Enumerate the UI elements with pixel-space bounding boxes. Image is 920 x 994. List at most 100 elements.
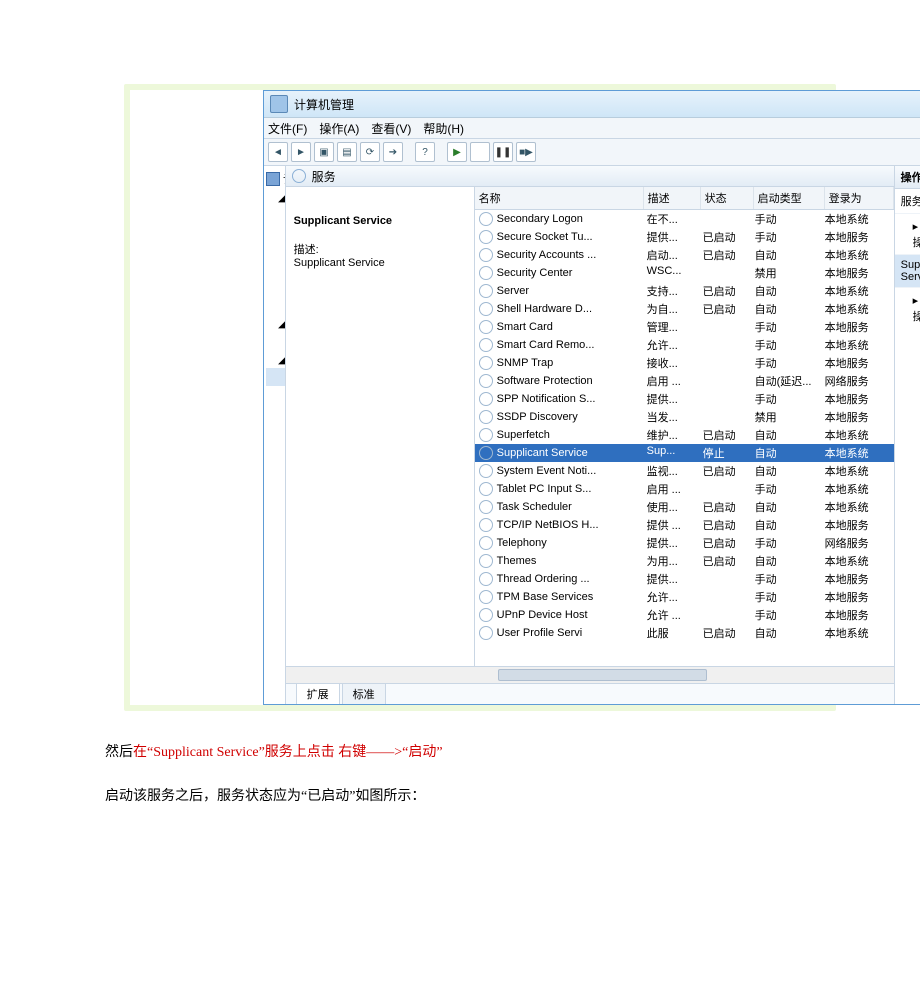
table-row[interactable]: Superfetch维护...已启动自动本地系统 — [475, 426, 894, 444]
restart-service-button[interactable]: ■▶ — [516, 142, 536, 162]
gear-icon — [479, 626, 493, 640]
tree-storage[interactable]: ◢存储 — [266, 314, 283, 332]
help-button[interactable]: ? — [415, 142, 435, 162]
back-button[interactable]: ◄ — [268, 142, 288, 162]
tree-performance[interactable]: ▹性能 — [266, 278, 286, 296]
tree-disk-mgmt[interactable]: 磁盘管理 — [266, 332, 286, 350]
tree-shared-folders[interactable]: ▹共享文件夹 — [266, 242, 286, 260]
app-icon — [270, 95, 288, 113]
col-name[interactable]: 名称 — [475, 187, 644, 209]
actions-title: 操作 — [895, 166, 920, 189]
table-row[interactable]: Smart Card Remo...允许...手动本地系统 — [475, 336, 894, 354]
gear-icon — [479, 248, 493, 262]
tree-services[interactable]: 服务 — [266, 368, 286, 386]
gear-icon — [479, 518, 493, 532]
gear-icon — [479, 536, 493, 550]
center-header: 服务 — [286, 166, 894, 187]
col-start[interactable]: 启动类型 — [754, 187, 825, 209]
table-row[interactable]: Server支持...已启动自动本地系统 — [475, 282, 894, 300]
menu-action[interactable]: 操作(A) — [319, 120, 359, 137]
scroll-thumb[interactable] — [498, 669, 707, 681]
start-service-button[interactable]: ▶ — [447, 142, 467, 162]
table-row[interactable]: Telephony提供...已启动手动网络服务 — [475, 534, 894, 552]
window-title: 计算机管理 — [294, 96, 354, 113]
table-row[interactable]: Thread Ordering ...提供...手动本地服务 — [475, 570, 894, 588]
gear-icon — [479, 482, 493, 496]
table-row[interactable]: System Event Noti...监视...已启动自动本地系统 — [475, 462, 894, 480]
refresh-button[interactable]: ⟳ — [360, 142, 380, 162]
table-row[interactable]: Security CenterWSC...禁用本地服务 — [475, 264, 894, 282]
gear-icon — [292, 169, 306, 183]
center-panel: 服务 Supplicant Service 描述: Supplicant Ser… — [286, 166, 894, 704]
gear-icon — [479, 266, 493, 280]
gear-icon — [479, 464, 493, 478]
table-row[interactable]: Secure Socket Tu...提供...已启动手动本地服务 — [475, 228, 894, 246]
table-row[interactable]: SSDP Discovery当发...禁用本地服务 — [475, 408, 894, 426]
table-row[interactable]: TPM Base Services允许...手动本地服务 — [475, 588, 894, 606]
table-row[interactable]: Themes为用...已启动自动本地系统 — [475, 552, 894, 570]
gear-icon — [479, 320, 493, 334]
tree-device-manager[interactable]: 设备管理器 — [266, 296, 286, 314]
table-row[interactable]: Software Protection启用 ...自动(延迟...网络服务 — [475, 372, 894, 390]
tree-systools[interactable]: ◢系统工具 — [266, 188, 283, 206]
gear-icon — [479, 428, 493, 442]
menu-help[interactable]: 帮助(H) — [423, 120, 464, 137]
center-body: Supplicant Service 描述: Supplicant Servic… — [286, 187, 894, 666]
horizontal-scrollbar[interactable] — [286, 666, 894, 683]
actions-services[interactable]: 服务 — [895, 189, 920, 214]
gear-icon — [479, 212, 493, 226]
window-body: 计算机管理(本地) ◢系统工具 ▹任务计划程序 ▹事件查看器 ▹共享文件夹 ▹本… — [264, 166, 920, 704]
computer-management-window: 计算机管理 文件(F) 操作(A) 查看(V) 帮助(H) ◄ ► ▣ ▤ ⟳ … — [263, 90, 920, 705]
actions-more-2[interactable]: ▸ 更多操作 — [895, 288, 920, 328]
tree-event-viewer[interactable]: ▹事件查看器 — [266, 224, 286, 242]
title-bar[interactable]: 计算机管理 — [264, 91, 920, 118]
actions-more-1[interactable]: ▸ 更多操作 — [895, 214, 920, 255]
table-row[interactable]: Security Accounts ...启动...已启动自动本地系统 — [475, 246, 894, 264]
view-tabs: 扩展 标准 — [286, 683, 894, 704]
table-row[interactable]: Task Scheduler使用...已启动自动本地系统 — [475, 498, 894, 516]
col-status[interactable]: 状态 — [701, 187, 754, 209]
stop-service-button[interactable] — [470, 142, 490, 162]
tree-wmi[interactable]: WMI 控件 — [266, 386, 286, 404]
services-grid[interactable]: 名称 描述 状态 启动类型 登录为 Secondary Logon在不...手动… — [475, 187, 894, 666]
tree-services-apps[interactable]: ◢服务和应用程序 — [266, 350, 283, 368]
table-row[interactable]: TCP/IP NetBIOS H...提供 ...已启动自动本地服务 — [475, 516, 894, 534]
tab-standard[interactable]: 标准 — [342, 683, 386, 704]
col-desc[interactable]: 描述 — [644, 187, 701, 209]
up-button[interactable]: ▣ — [314, 142, 334, 162]
gear-icon — [479, 302, 493, 316]
tree-root[interactable]: 计算机管理(本地) — [266, 170, 283, 188]
gear-icon — [479, 392, 493, 406]
gear-icon — [479, 572, 493, 586]
gear-icon — [479, 410, 493, 424]
gear-icon — [479, 356, 493, 370]
detail-desc-label: 描述: — [294, 241, 466, 257]
detail-desc-value: Supplicant Service — [294, 257, 466, 269]
menu-view[interactable]: 查看(V) — [371, 120, 411, 137]
instruction-line-1: 然后在“Supplicant Service”服务上点击 右键——>“启动” — [105, 741, 920, 761]
table-row[interactable]: Smart Card管理...手动本地服务 — [475, 318, 894, 336]
table-row[interactable]: UPnP Device Host允许 ...手动本地服务 — [475, 606, 894, 624]
gear-icon — [479, 590, 493, 604]
table-row[interactable]: SNMP Trap接收...手动本地服务 — [475, 354, 894, 372]
tree-local-users[interactable]: ▹本地用户和组 — [266, 260, 286, 278]
table-row[interactable]: SPP Notification S...提供...手动本地服务 — [475, 390, 894, 408]
nav-tree[interactable]: 计算机管理(本地) ◢系统工具 ▹任务计划程序 ▹事件查看器 ▹共享文件夹 ▹本… — [264, 166, 286, 704]
gear-icon — [479, 608, 493, 622]
col-logon[interactable]: 登录为 — [825, 187, 894, 209]
export-button[interactable]: ➔ — [383, 142, 403, 162]
actions-supplicant[interactable]: Supplicant Service — [895, 255, 920, 288]
table-row[interactable]: Secondary Logon在不...手动本地系统 — [475, 210, 894, 228]
menu-file[interactable]: 文件(F) — [268, 120, 307, 137]
tab-extended[interactable]: 扩展 — [296, 683, 340, 704]
grid-header[interactable]: 名称 描述 状态 启动类型 登录为 — [475, 187, 894, 210]
gear-icon — [479, 554, 493, 568]
table-row[interactable]: Supplicant ServiceSup...停止自动本地系统 — [475, 444, 894, 462]
table-row[interactable]: Shell Hardware D...为自...已启动自动本地系统 — [475, 300, 894, 318]
table-row[interactable]: Tablet PC Input S...启用 ...手动本地系统 — [475, 480, 894, 498]
forward-button[interactable]: ► — [291, 142, 311, 162]
table-row[interactable]: User Profile Servi此服已启动自动本地系统 — [475, 624, 894, 642]
show-hide-button[interactable]: ▤ — [337, 142, 357, 162]
pause-service-button[interactable]: ❚❚ — [493, 142, 513, 162]
tree-task-scheduler[interactable]: ▹任务计划程序 — [266, 206, 286, 224]
